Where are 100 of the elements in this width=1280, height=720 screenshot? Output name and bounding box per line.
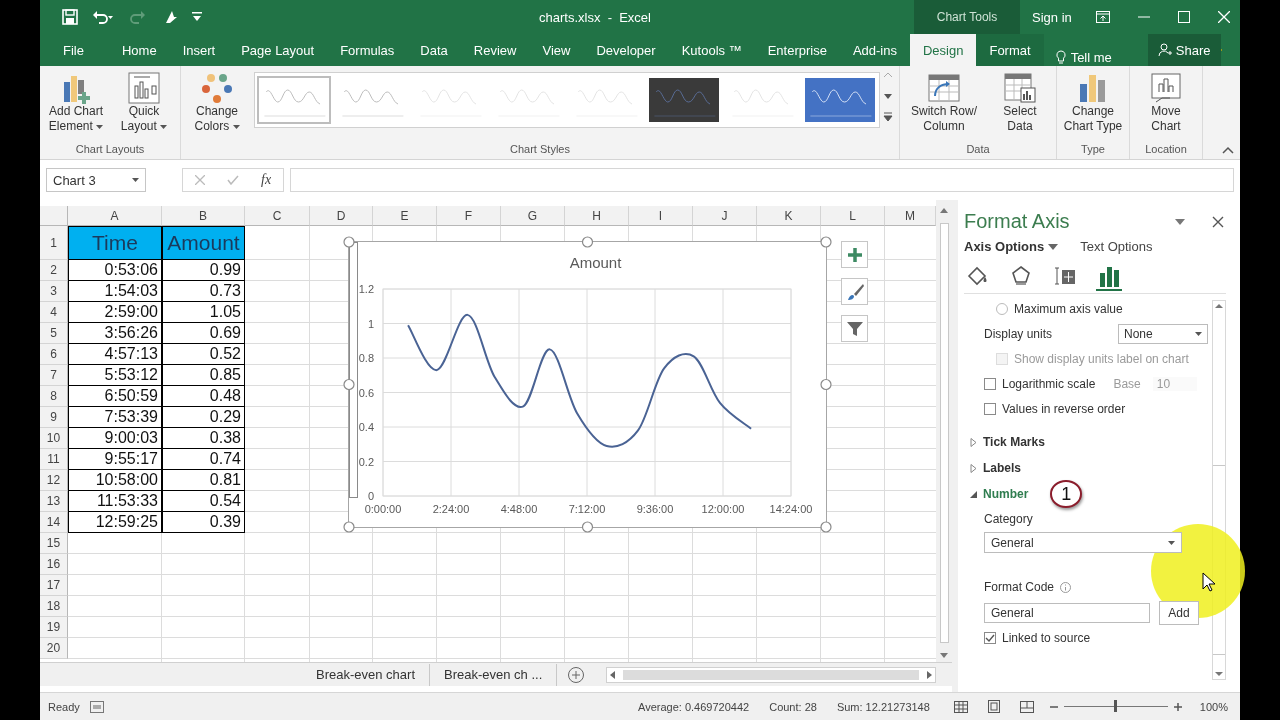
- insert-function-button[interactable]: fx: [261, 172, 272, 188]
- tell-me-label: Tell me: [1070, 50, 1112, 65]
- chart-area[interactable]: 0 0.2 0.4 0.6 0.8 1 1.2 0:00:00 2:24:00 4:48:00 7:12:00 9:36:00 12:00:00 14:24:00 Amount: [348, 241, 827, 528]
- row-header[interactable]: 20: [40, 638, 68, 659]
- column-header[interactable]: G: [501, 206, 565, 226]
- table-cell: 2:59:00: [68, 302, 162, 323]
- ribbon-tab[interactable]: Add-ins: [839, 34, 910, 66]
- status-average: Average: 0.469720442: [638, 700, 750, 713]
- share-label: Share: [1175, 42, 1211, 58]
- section-header[interactable]: Number 1: [970, 481, 1083, 507]
- ribbon-tab[interactable]: Design: [910, 34, 977, 66]
- column-header[interactable]: C: [245, 206, 310, 226]
- column-header[interactable]: M: [885, 206, 936, 226]
- column-header[interactable]: J: [693, 206, 757, 226]
- row-header[interactable]: 10: [40, 428, 68, 449]
- row-header[interactable]: 5: [40, 323, 68, 344]
- ribbon-button[interactable]: Quick Layout: [111, 70, 177, 136]
- axis-label: 0.2: [358, 455, 374, 468]
- base-label: Base: [1113, 376, 1141, 391]
- table-cell: 0.54: [162, 491, 245, 512]
- format-code-field[interactable]: General: [984, 603, 1150, 623]
- ribbon-button[interactable]: Add Chart Element: [43, 70, 109, 136]
- step-badge: 1: [1050, 480, 1083, 508]
- sheet-tab[interactable]: Break-even chart: [302, 663, 430, 686]
- tell-me-search[interactable]: Tell me: [1049, 49, 1118, 66]
- row-header[interactable]: 2: [40, 260, 68, 281]
- table-cell: 0.81: [162, 470, 245, 491]
- ribbon-button[interactable]: Change Chart Type: [1060, 70, 1126, 136]
- row-header[interactable]: 14: [40, 512, 68, 533]
- name-box[interactable]: Chart 3: [46, 168, 146, 192]
- row-header[interactable]: 1: [40, 226, 68, 260]
- pane-tab[interactable]: Axis Options: [964, 239, 1059, 254]
- section-header[interactable]: Labels: [970, 455, 1021, 481]
- category-dropdown[interactable]: General: [984, 532, 1182, 553]
- field-label: Format Code: [984, 580, 1055, 594]
- column-header[interactable]: B: [162, 206, 245, 226]
- ribbon-tab[interactable]: Home: [108, 34, 170, 66]
- header-cell: Time: [68, 226, 162, 260]
- ribbon-tab[interactable]: Developer: [583, 34, 669, 66]
- table-cell: 10:58:00: [68, 470, 162, 491]
- column-header[interactable]: K: [757, 206, 821, 226]
- ribbon-tab[interactable]: Insert: [169, 34, 229, 66]
- share-button[interactable]: Share: [1147, 34, 1221, 66]
- pane-tab[interactable]: Text Options: [1080, 239, 1153, 254]
- table-cell: 0.69: [162, 323, 245, 344]
- axis-label: 0:00:00: [364, 503, 402, 515]
- ribbon-button[interactable]: Select Data: [987, 70, 1053, 136]
- ribbon-tab[interactable]: Data: [407, 34, 461, 66]
- sign-in-link[interactable]: Sign in: [1032, 9, 1072, 25]
- row-header[interactable]: 11: [40, 449, 68, 470]
- zoom-level[interactable]: 100%: [1199, 700, 1228, 713]
- column-header[interactable]: E: [373, 206, 437, 226]
- section-header[interactable]: Tick Marks: [970, 429, 1045, 455]
- row-header[interactable]: 6: [40, 344, 68, 365]
- ribbon-tab[interactable]: Review: [460, 34, 530, 66]
- axis-label: 14:24:00: [769, 503, 813, 515]
- table-cell: 0.99: [162, 260, 245, 281]
- sheet-tab[interactable]: Break-even ch ...: [430, 663, 558, 686]
- dropdown[interactable]: None: [1118, 323, 1208, 344]
- ribbon-button[interactable]: Change Colors: [184, 70, 250, 136]
- table-cell: 0.48: [162, 386, 245, 407]
- row-header[interactable]: 16: [40, 554, 68, 575]
- row-header[interactable]: 3: [40, 281, 68, 302]
- option-label: Values in reverse order: [1002, 401, 1126, 416]
- row-header[interactable]: 12: [40, 470, 68, 491]
- ribbon-tab[interactable]: View: [529, 34, 584, 66]
- ribbon-tab[interactable]: Kutools ™: [668, 34, 755, 66]
- row-header[interactable]: 4: [40, 302, 68, 323]
- column-header[interactable]: L: [821, 206, 885, 226]
- row-header[interactable]: 19: [40, 617, 68, 638]
- ribbon-tab[interactable]: Format: [976, 34, 1044, 66]
- table-cell: 0.52: [162, 344, 245, 365]
- table-cell: 0.38: [162, 428, 245, 449]
- column-header[interactable]: H: [565, 206, 629, 226]
- row-header[interactable]: 7: [40, 365, 68, 386]
- ribbon-tab[interactable]: Formulas: [327, 34, 408, 66]
- column-header[interactable]: D: [310, 206, 373, 226]
- row-header[interactable]: 8: [40, 386, 68, 407]
- ribbon-tab[interactable]: Page Layout: [228, 34, 328, 66]
- column-header[interactable]: I: [629, 206, 693, 226]
- section-label: Labels: [983, 461, 1021, 475]
- axis-label: 9:36:00: [636, 503, 674, 515]
- ribbon-tab[interactable]: Enterprise: [754, 34, 840, 66]
- table-cell: 7:53:39: [68, 407, 162, 428]
- ribbon-tab[interactable]: File: [50, 34, 97, 66]
- row-header[interactable]: 13: [40, 491, 68, 512]
- row-header[interactable]: 15: [40, 533, 68, 554]
- column-header[interactable]: A: [68, 206, 162, 226]
- context-label: Chart Tools: [914, 0, 1020, 34]
- row-header[interactable]: 18: [40, 596, 68, 617]
- table-cell: 4:57:13: [68, 344, 162, 365]
- ribbon-button[interactable]: Switch Row/ Column: [903, 70, 985, 136]
- column-header[interactable]: F: [437, 206, 501, 226]
- axis-label: 1.2: [358, 283, 374, 295]
- chart-title: Amount: [569, 254, 622, 271]
- ribbon-button[interactable]: Move Chart: [1133, 70, 1199, 136]
- row-header[interactable]: 17: [40, 575, 68, 596]
- dropdown-value: General: [991, 535, 1034, 550]
- add-button[interactable]: Add: [1159, 601, 1199, 625]
- row-header[interactable]: 9: [40, 407, 68, 428]
